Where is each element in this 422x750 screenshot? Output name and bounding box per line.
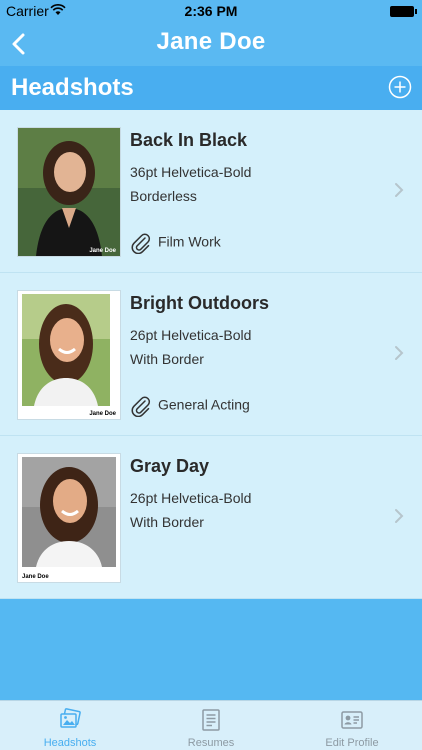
- headshot-style: With Border: [130, 351, 204, 367]
- status-bar: Carrier 2:36 PM: [0, 0, 422, 22]
- headshot-font: 26pt Helvetica-Bold: [130, 490, 252, 506]
- headshot-thumbnail: Jane Doe: [18, 454, 120, 582]
- headshot-tag-label: Film Work: [158, 233, 221, 250]
- headshot-font: 26pt Helvetica-Bold: [130, 327, 252, 343]
- navigation-bar: Jane Doe: [0, 22, 422, 66]
- photos-icon: [60, 708, 81, 728]
- headshot-title: Gray Day: [130, 456, 210, 476]
- battery-icon: [390, 6, 417, 17]
- chevron-right-icon: [395, 346, 404, 360]
- list-item[interactable]: Jane Doe Back In Black 36pt Helvetica-Bo…: [0, 110, 422, 273]
- chevron-right-icon: [395, 183, 404, 197]
- tab-label: Resumes: [187, 737, 235, 749]
- section-title: Headshots: [11, 74, 134, 101]
- headshot-style: Borderless: [130, 188, 197, 204]
- status-time: 2:36 PM: [184, 3, 238, 19]
- tab-edit-profile[interactable]: Edit Profile: [282, 701, 422, 750]
- headshot-tag: General Acting: [130, 395, 250, 417]
- headshot-caption: Jane Doe: [89, 248, 116, 254]
- headshot-photo-image: [18, 128, 120, 256]
- headshot-caption: Jane Doe: [22, 574, 49, 580]
- headshot-title: Bright Outdoors: [130, 293, 269, 313]
- section-header: Headshots: [0, 66, 422, 110]
- headshot-caption: Jane Doe: [89, 411, 116, 417]
- page-title: Jane Doe: [156, 28, 266, 55]
- tab-bar: Headshots Resumes Edit Profile: [0, 700, 422, 750]
- plus-circle-icon[interactable]: [388, 75, 412, 99]
- list-item[interactable]: Jane Doe Bright Outdoors 26pt Helvetica-…: [0, 273, 422, 436]
- headshot-list: Jane Doe Back In Black 36pt Helvetica-Bo…: [0, 110, 422, 599]
- chevron-right-icon: [395, 509, 404, 523]
- tab-label: Headshots: [43, 737, 97, 749]
- headshot-title: Back In Black: [130, 130, 248, 150]
- list-item[interactable]: Jane Doe Gray Day 26pt Helvetica-Bold Wi…: [0, 436, 422, 599]
- tab-headshots[interactable]: Headshots: [0, 701, 140, 750]
- paperclip-icon: [131, 396, 151, 417]
- profile-card-icon: [341, 711, 363, 729]
- tab-label: Edit Profile: [325, 737, 379, 749]
- headshot-photo-image: [22, 294, 110, 406]
- paperclip-icon: [131, 233, 151, 254]
- headshot-tag: Film Work: [130, 232, 221, 254]
- headshot-thumbnail: Jane Doe: [18, 128, 120, 256]
- tab-resumes[interactable]: Resumes: [141, 701, 281, 750]
- headshot-photo-image: [22, 457, 116, 567]
- headshot-style: With Border: [130, 514, 204, 530]
- headshot-tag-label: General Acting: [158, 396, 250, 413]
- headshot-thumbnail: Jane Doe: [18, 291, 120, 419]
- document-icon: [202, 709, 220, 731]
- headshot-font: 36pt Helvetica-Bold: [130, 164, 252, 180]
